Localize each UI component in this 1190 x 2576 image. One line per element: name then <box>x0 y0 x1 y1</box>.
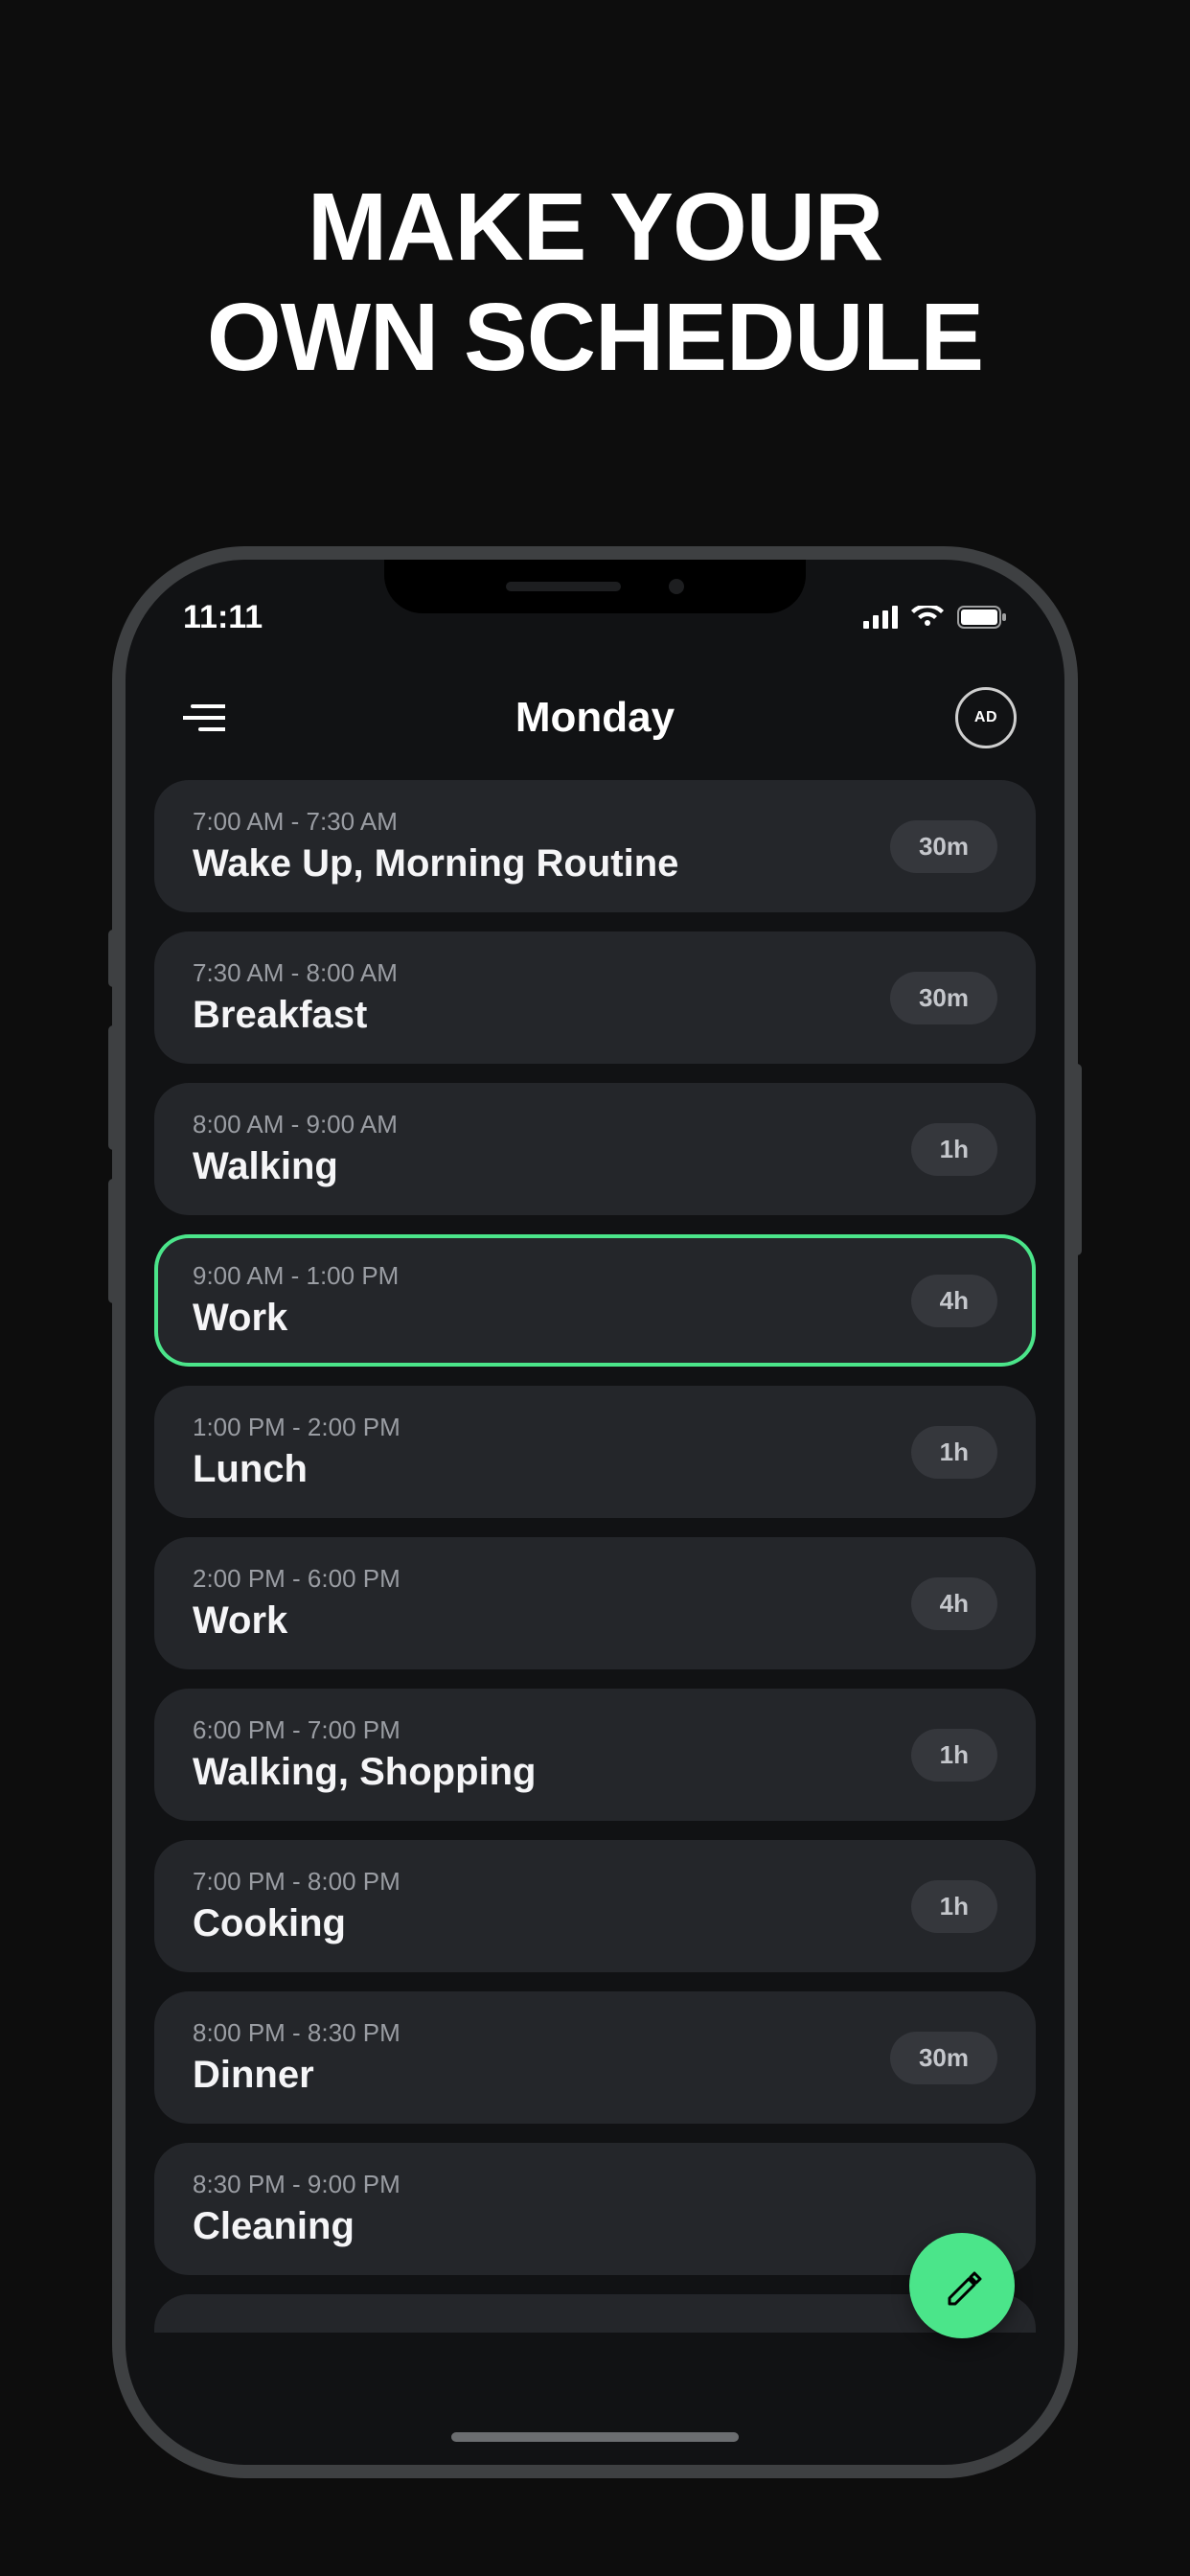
activity-title: Breakfast <box>193 994 398 1037</box>
schedule-item[interactable]: 9:00 AM - 1:00 PM Work 4h <box>154 1234 1036 1367</box>
promo-headline: MAKE YOUR OWN SCHEDULE <box>0 0 1190 508</box>
time-range: 8:30 PM - 9:00 PM <box>193 2170 400 2199</box>
activity-title: Work <box>193 1297 399 1340</box>
schedule-item[interactable]: 7:30 AM - 8:00 AM Breakfast 30m <box>154 932 1036 1064</box>
app-header: Monday AD <box>126 675 1064 761</box>
time-range: 7:30 AM - 8:00 AM <box>193 958 398 988</box>
time-range: 8:00 PM - 8:30 PM <box>193 2018 400 2048</box>
pencil-icon <box>942 2266 982 2306</box>
ad-label: AD <box>974 709 997 726</box>
duration-pill: 30m <box>890 820 997 873</box>
duration-pill: 30m <box>890 972 997 1024</box>
schedule-item[interactable]: 8:00 PM - 8:30 PM Dinner 30m <box>154 1991 1036 2124</box>
schedule-item[interactable]: 7:00 PM - 8:00 PM Cooking 1h <box>154 1840 1036 1972</box>
duration-pill: 1h <box>911 1729 997 1782</box>
schedule-item[interactable]: 1:00 PM - 2:00 PM Lunch 1h <box>154 1386 1036 1518</box>
activity-title: Work <box>193 1599 400 1643</box>
schedule-list[interactable]: 7:00 AM - 7:30 AM Wake Up, Morning Routin… <box>154 780 1036 2407</box>
phone-notch <box>384 560 806 613</box>
cellular-signal-icon <box>863 606 898 629</box>
duration-pill: 4h <box>911 1577 997 1630</box>
front-camera <box>669 579 684 594</box>
time-range: 7:00 AM - 7:30 AM <box>193 807 678 837</box>
time-range: 8:00 AM - 9:00 AM <box>193 1110 398 1139</box>
status-time: 11:11 <box>183 599 263 636</box>
phone-mockup: 11:11 <box>112 546 1078 2478</box>
time-range: 2:00 PM - 6:00 PM <box>193 1564 400 1594</box>
activity-title: Cleaning <box>193 2205 400 2248</box>
activity-title: Wake Up, Morning Routine <box>193 842 678 886</box>
schedule-item[interactable]: 7:00 AM - 7:30 AM Wake Up, Morning Routin… <box>154 780 1036 912</box>
speaker-grille <box>506 582 621 591</box>
menu-icon <box>183 702 225 733</box>
time-range: 7:00 PM - 8:00 PM <box>193 1867 400 1897</box>
schedule-item[interactable]: 2:00 PM - 6:00 PM Work 4h <box>154 1537 1036 1669</box>
home-indicator[interactable] <box>451 2432 739 2442</box>
duration-pill: 1h <box>911 1123 997 1176</box>
edit-fab[interactable] <box>909 2233 1015 2338</box>
time-range: 1:00 PM - 2:00 PM <box>193 1413 400 1442</box>
duration-pill: 4h <box>911 1275 997 1327</box>
duration-pill: 1h <box>911 1426 997 1479</box>
headline-line-1: MAKE YOUR <box>0 172 1190 283</box>
activity-title: Walking, Shopping <box>193 1751 536 1794</box>
schedule-item-peek[interactable] <box>154 2294 1036 2333</box>
day-title: Monday <box>515 694 675 742</box>
duration-pill: 1h <box>911 1880 997 1933</box>
battery-icon <box>957 606 1007 629</box>
menu-button[interactable] <box>173 687 235 748</box>
ad-button[interactable]: AD <box>955 687 1017 748</box>
wifi-icon <box>911 606 944 629</box>
schedule-item[interactable]: 6:00 PM - 7:00 PM Walking, Shopping 1h <box>154 1689 1036 1821</box>
activity-title: Walking <box>193 1145 398 1188</box>
duration-pill: 30m <box>890 2032 997 2084</box>
time-range: 6:00 PM - 7:00 PM <box>193 1715 536 1745</box>
schedule-item[interactable]: 8:00 AM - 9:00 AM Walking 1h <box>154 1083 1036 1215</box>
headline-line-2: OWN SCHEDULE <box>0 283 1190 393</box>
schedule-item[interactable]: 8:30 PM - 9:00 PM Cleaning <box>154 2143 1036 2275</box>
phone-frame: 11:11 <box>112 546 1078 2478</box>
activity-title: Dinner <box>193 2054 400 2097</box>
activity-title: Cooking <box>193 1902 400 1945</box>
time-range: 9:00 AM - 1:00 PM <box>193 1261 399 1291</box>
activity-title: Lunch <box>193 1448 400 1491</box>
